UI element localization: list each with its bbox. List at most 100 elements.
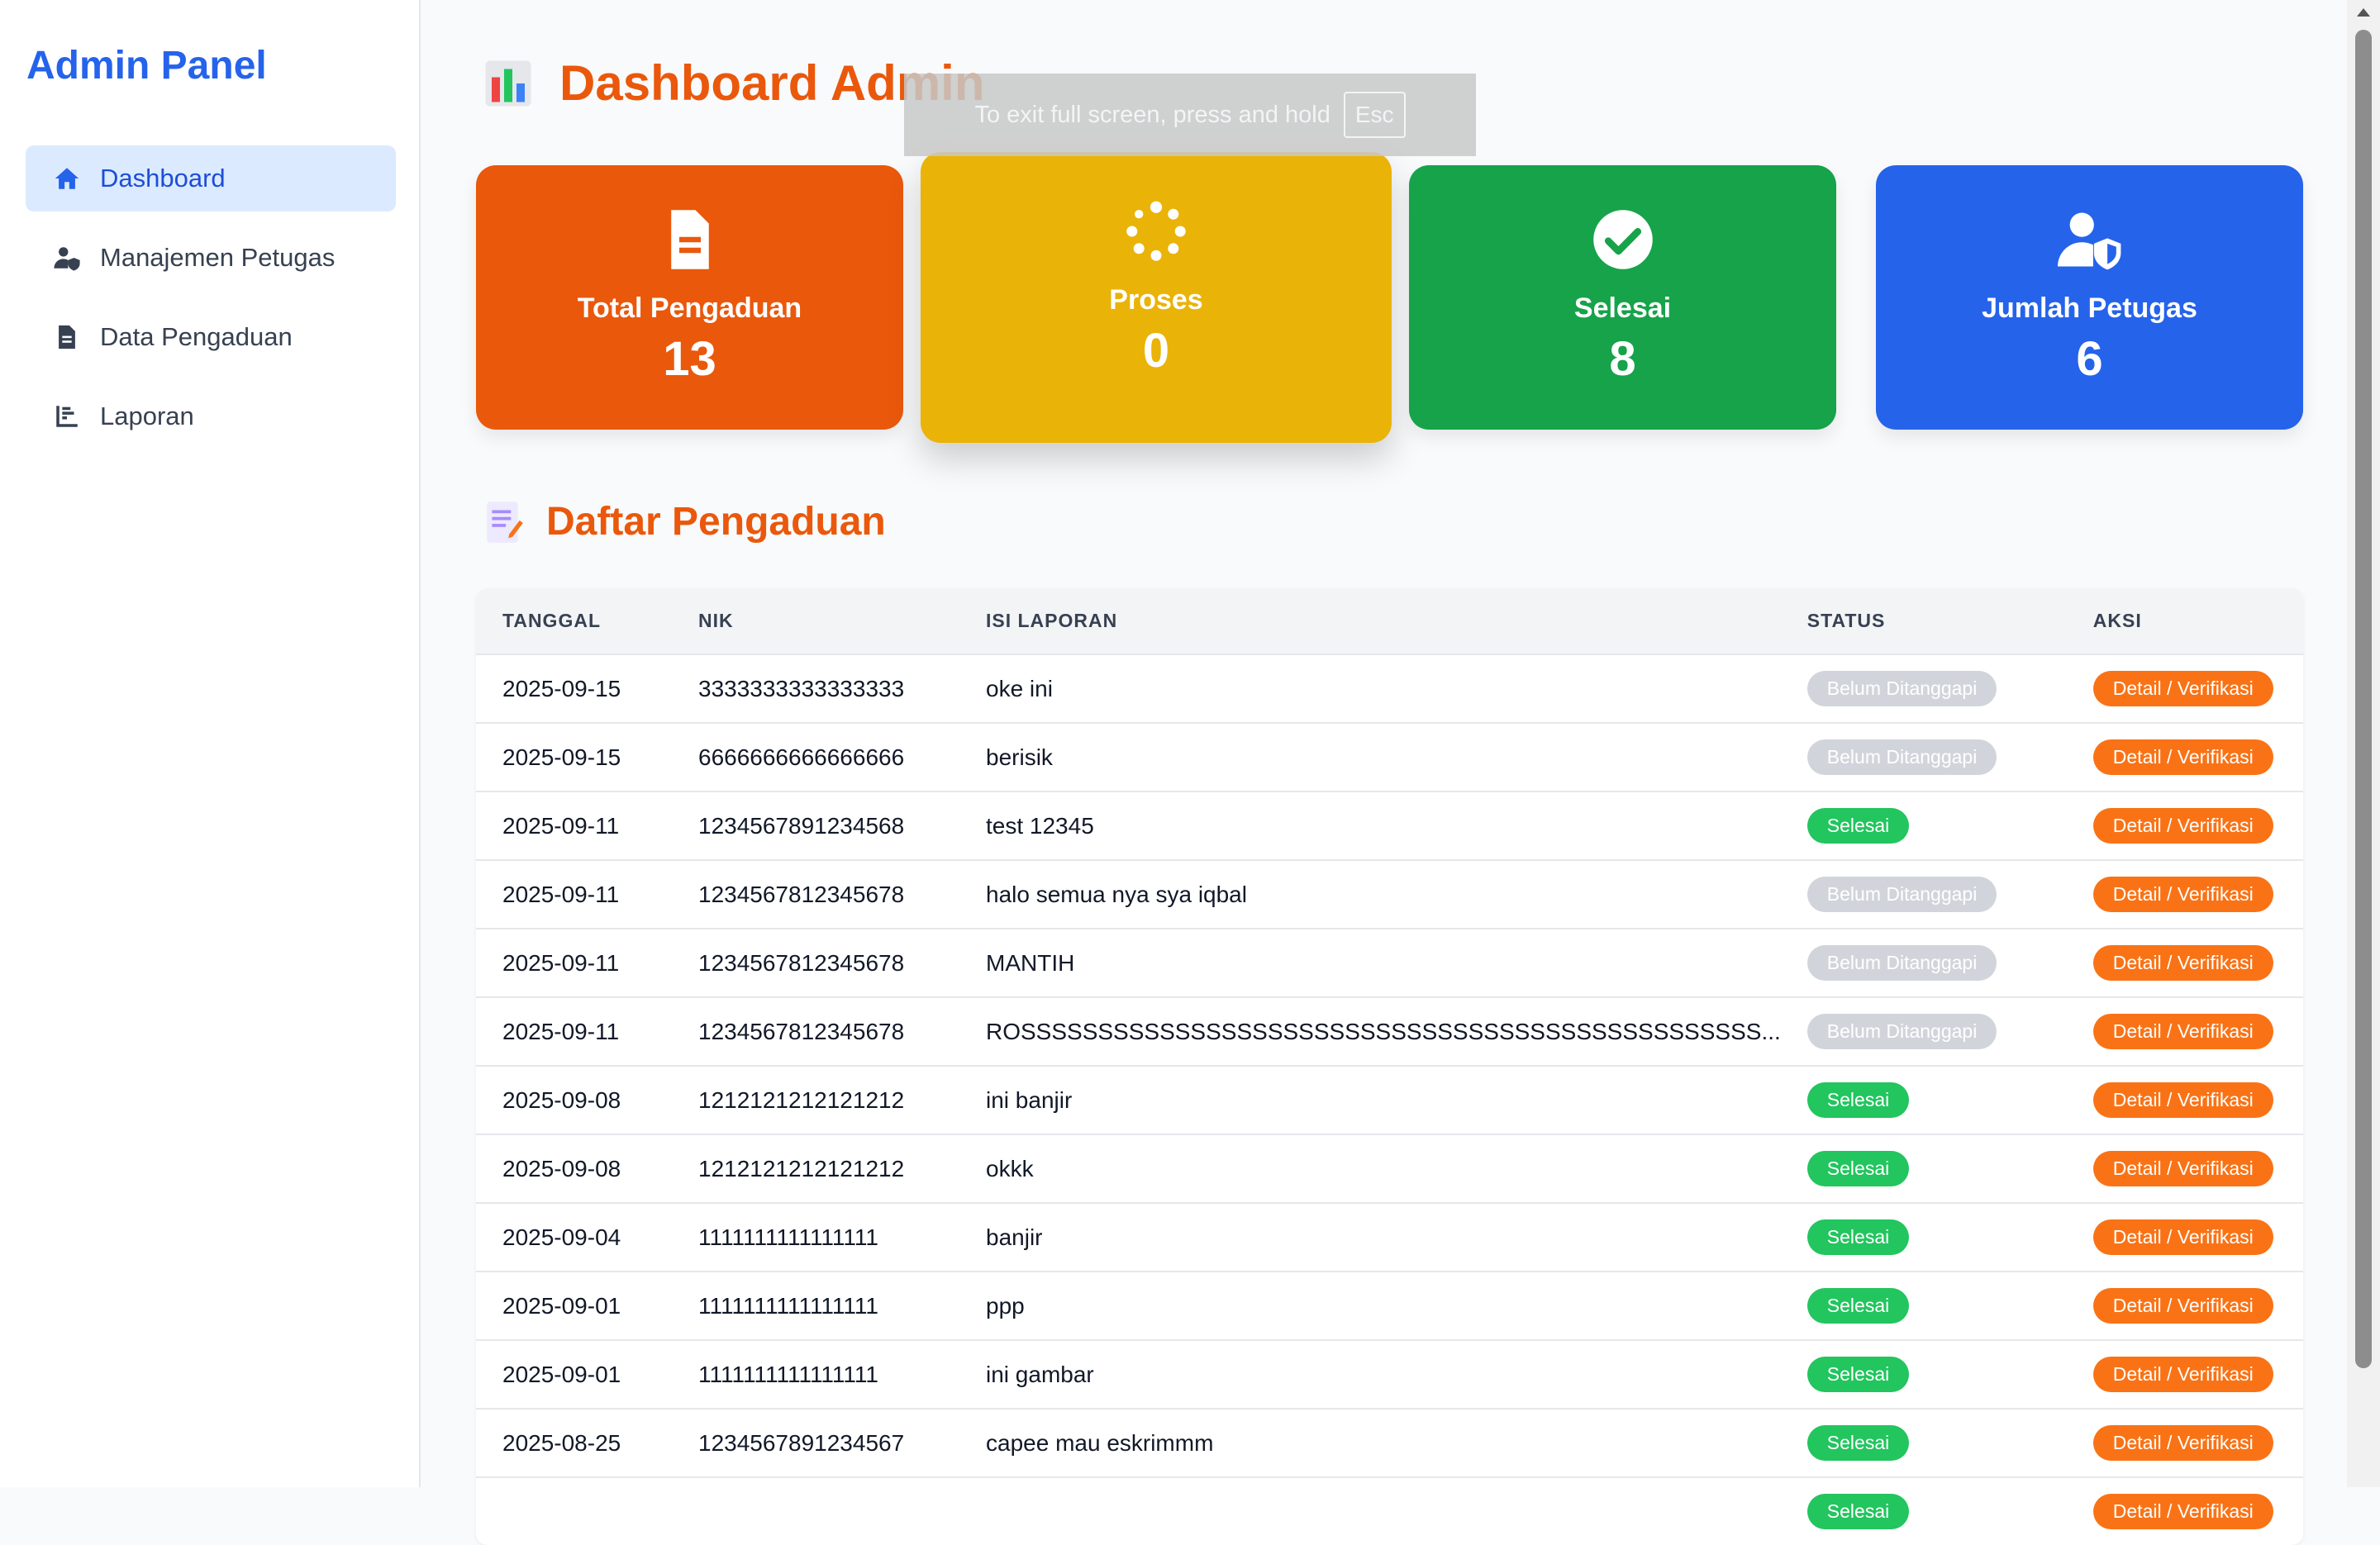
cell-isi-laporan: berisik — [959, 722, 1781, 792]
card-label: Jumlah Petugas — [1982, 292, 2197, 324]
status-badge: Belum Ditanggapi — [1806, 671, 1997, 706]
column-header-status: STATUS — [1806, 610, 1886, 631]
cell-status: Selesai — [1780, 1339, 2067, 1409]
table-row: 2025-09-08 1212121212121212 okkk Selesai Det… — [476, 1134, 2303, 1203]
cell-aksi: Detail / Verifikasi — [2066, 654, 2303, 723]
sidebar-item-manajemen-petugas[interactable]: Manajemen Petugas — [26, 225, 396, 291]
check-circle-icon — [1591, 207, 1655, 273]
user-shield-icon — [52, 243, 82, 273]
cell-nik — [672, 1476, 959, 1545]
cell-status: Belum Ditanggapi — [1780, 928, 2067, 997]
cell-tanggal: 2025-08-25 — [476, 1408, 672, 1477]
cell-nik: 1234567812345678 — [672, 859, 959, 929]
cell-status: Selesai — [1780, 1134, 2067, 1203]
cell-isi-laporan: MANTIH — [959, 928, 1781, 997]
cell-tanggal: 2025-09-15 — [476, 722, 672, 792]
sidebar-item-dashboard[interactable]: Dashboard — [26, 145, 396, 212]
cell-isi-laporan: ppp — [959, 1271, 1781, 1340]
bar-chart-icon — [485, 60, 531, 106]
status-badge: Selesai — [1806, 1357, 1910, 1392]
cell-tanggal — [476, 1476, 672, 1545]
cell-status: Selesai — [1780, 1065, 2067, 1134]
card-proses[interactable]: Proses 0 — [921, 152, 1392, 443]
column-header-nik: NIK — [698, 610, 734, 631]
main-content: Dashboard Admin To exit full screen, pre… — [421, 0, 2347, 1545]
cell-tanggal: 2025-09-08 — [476, 1134, 672, 1203]
table-row: 2025-09-04 1111111111111111 banjir Selesai D… — [476, 1202, 2303, 1272]
sidebar-item-laporan[interactable]: Laporan — [26, 383, 396, 449]
detail-verifikasi-button[interactable]: Detail / Verifikasi — [2092, 945, 2273, 981]
detail-verifikasi-button[interactable]: Detail / Verifikasi — [2092, 1014, 2273, 1049]
cell-isi-laporan: okkk — [959, 1134, 1781, 1203]
sidebar-item-label: Manajemen Petugas — [100, 243, 336, 272]
card-value: 6 — [2076, 332, 2103, 386]
detail-verifikasi-button[interactable]: Detail / Verifikasi — [2092, 1425, 2273, 1461]
table-row: 2025-09-11 1234567812345678 ROSSSSSSSSSSSS… — [476, 996, 2303, 1066]
cell-tanggal: 2025-09-11 — [476, 791, 672, 860]
cell-nik: 1111111111111111 — [672, 1339, 959, 1409]
status-badge: Selesai — [1806, 1082, 1910, 1118]
detail-verifikasi-button[interactable]: Detail / Verifikasi — [2092, 1357, 2273, 1392]
detail-verifikasi-button[interactable]: Detail / Verifikasi — [2092, 739, 2273, 775]
cell-isi-laporan: ini banjir — [959, 1065, 1781, 1134]
cell-status: Belum Ditanggapi — [1780, 722, 2067, 792]
cell-isi-laporan: ini gambar — [959, 1339, 1781, 1409]
cell-aksi: Detail / Verifikasi — [2066, 1476, 2303, 1545]
scrollbar-thumb[interactable] — [2355, 30, 2372, 1368]
cell-nik: 1212121212121212 — [672, 1065, 959, 1134]
card-jumlah-petugas: Jumlah Petugas 6 — [1876, 165, 2303, 430]
cell-status: Belum Ditanggapi — [1780, 996, 2067, 1066]
cell-tanggal: 2025-09-01 — [476, 1339, 672, 1409]
cell-tanggal: 2025-09-11 — [476, 996, 672, 1066]
cell-isi-laporan: halo semua nya sya iqbal — [959, 859, 1781, 929]
cell-tanggal: 2025-09-01 — [476, 1271, 672, 1340]
status-badge: Selesai — [1806, 808, 1910, 844]
card-value: 0 — [1142, 324, 1170, 378]
table-row: Selesai Detail / Verifikasi — [476, 1476, 2303, 1545]
card-value: 13 — [663, 332, 716, 386]
spinner-icon — [1124, 198, 1188, 264]
brand-title[interactable]: Admin Panel — [26, 43, 267, 88]
cell-nik: 1111111111111111 — [672, 1202, 959, 1272]
sidebar-item-label: Laporan — [100, 402, 194, 430]
cell-status: Belum Ditanggapi — [1780, 654, 2067, 723]
detail-verifikasi-button[interactable]: Detail / Verifikasi — [2092, 1219, 2273, 1255]
complaints-table: TANGGAL NIK ISI LAPORAN STATUS AKSI 2025… — [476, 588, 2303, 1545]
cell-aksi: Detail / Verifikasi — [2066, 1408, 2303, 1477]
sidebar: Admin Panel Dashboard Manajemen Petugas … — [0, 0, 421, 1487]
home-icon — [52, 164, 82, 193]
cell-isi-laporan: test 12345 — [959, 791, 1781, 860]
cell-aksi: Detail / Verifikasi — [2066, 791, 2303, 860]
column-header-isi-laporan: ISI LAPORAN — [986, 610, 1118, 631]
table-row: 2025-09-01 1111111111111111 ppp Selesai Deta… — [476, 1271, 2303, 1340]
detail-verifikasi-button[interactable]: Detail / Verifikasi — [2092, 1082, 2273, 1118]
detail-verifikasi-button[interactable]: Detail / Verifikasi — [2092, 1494, 2273, 1529]
cell-tanggal: 2025-09-11 — [476, 928, 672, 997]
fullscreen-notice-text: To exit full screen, press and hold — [974, 101, 1330, 128]
sidebar-item-data-pengaduan[interactable]: Data Pengaduan — [26, 304, 396, 370]
cell-aksi: Detail / Verifikasi — [2066, 1202, 2303, 1272]
cell-aksi: Detail / Verifikasi — [2066, 1134, 2303, 1203]
file-icon — [52, 322, 82, 352]
user-shield-icon — [2057, 207, 2122, 273]
detail-verifikasi-button[interactable]: Detail / Verifikasi — [2092, 1151, 2273, 1186]
detail-verifikasi-button[interactable]: Detail / Verifikasi — [2092, 877, 2273, 912]
cell-nik: 1212121212121212 — [672, 1134, 959, 1203]
cell-aksi: Detail / Verifikasi — [2066, 1065, 2303, 1134]
cell-isi-laporan: oke ini — [959, 654, 1781, 723]
detail-verifikasi-button[interactable]: Detail / Verifikasi — [2092, 1288, 2273, 1324]
card-total-pengaduan: Total Pengaduan 13 — [476, 165, 903, 430]
file-icon — [658, 207, 722, 273]
vertical-scrollbar[interactable] — [2347, 0, 2380, 1487]
scroll-up-arrow-icon[interactable] — [2357, 8, 2370, 17]
section-title-text: Daftar Pengaduan — [546, 500, 886, 544]
sidebar-item-label: Data Pengaduan — [100, 322, 293, 351]
detail-verifikasi-button[interactable]: Detail / Verifikasi — [2092, 808, 2273, 844]
status-badge: Belum Ditanggapi — [1806, 877, 1997, 912]
status-badge: Belum Ditanggapi — [1806, 739, 1997, 775]
cell-status: Selesai — [1780, 1271, 2067, 1340]
cell-isi-laporan: capee mau eskrimmm — [959, 1408, 1781, 1477]
detail-verifikasi-button[interactable]: Detail / Verifikasi — [2092, 671, 2273, 706]
status-badge: Selesai — [1806, 1219, 1910, 1255]
status-badge: Selesai — [1806, 1425, 1910, 1461]
